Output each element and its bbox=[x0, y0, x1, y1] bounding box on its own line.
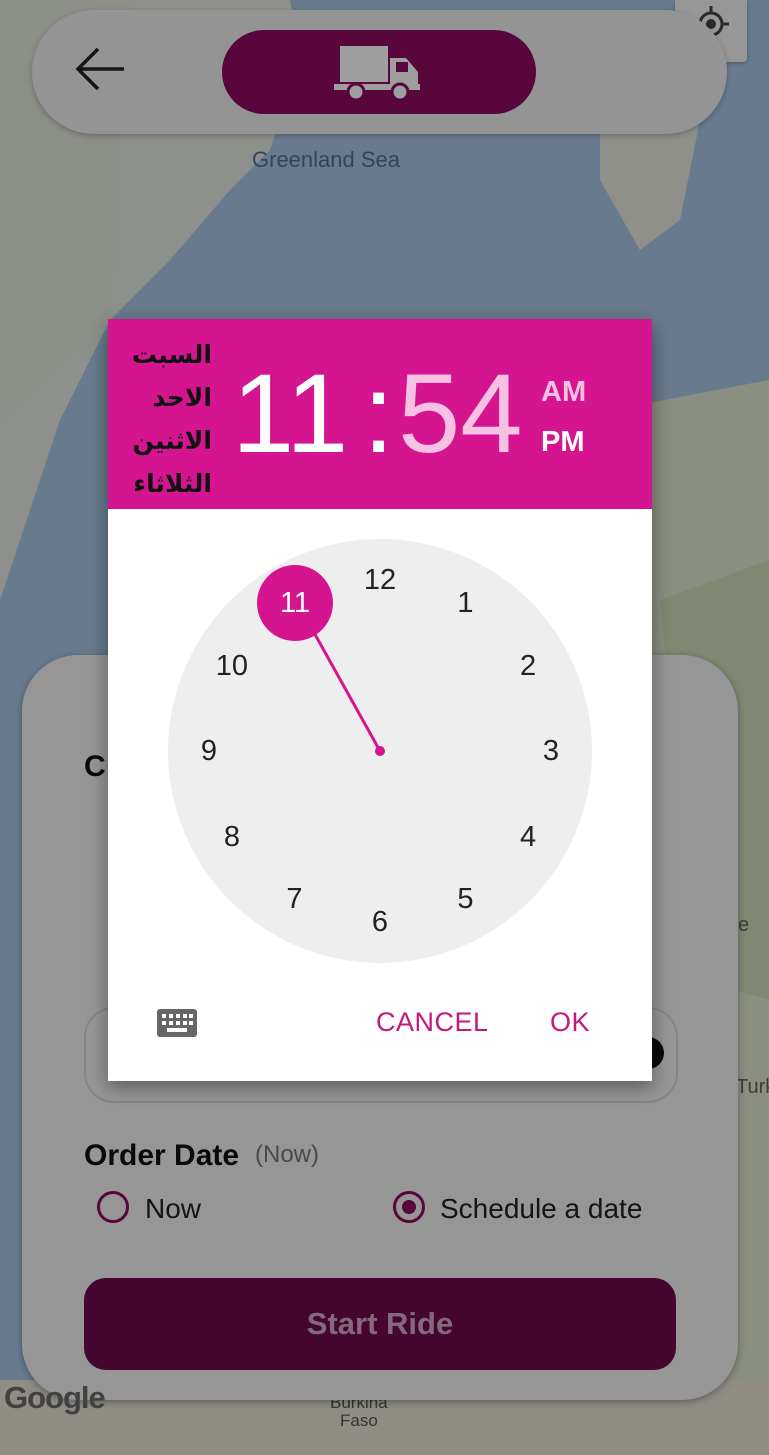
am-toggle[interactable]: AM bbox=[541, 376, 586, 409]
selected-hour-marker[interactable]: 11 bbox=[257, 565, 333, 641]
clock-face[interactable]: 12 1 2 3 4 5 6 7 8 9 10 bbox=[168, 539, 592, 963]
keyboard-icon bbox=[157, 1009, 197, 1037]
clock-number-8[interactable]: 8 bbox=[207, 817, 257, 857]
ok-button[interactable]: OK bbox=[550, 1007, 590, 1038]
clock-number-5[interactable]: 5 bbox=[441, 879, 491, 919]
clock-number-4[interactable]: 4 bbox=[503, 817, 553, 857]
day-item: الثلاثاء bbox=[133, 469, 212, 498]
clock-number-9[interactable]: 9 bbox=[184, 731, 234, 771]
time-picker-dialog: السبت الاحد الاثنين الثلاثاء 11 : 54 AM … bbox=[108, 319, 652, 1081]
day-item: السبت bbox=[131, 340, 212, 369]
day-list: السبت الاحد الاثنين الثلاثاء bbox=[116, 333, 212, 505]
pm-toggle[interactable]: PM bbox=[541, 426, 585, 459]
minute-display[interactable]: 54 bbox=[398, 349, 523, 479]
day-item: الاثنين bbox=[132, 426, 212, 455]
cancel-button[interactable]: CANCEL bbox=[376, 1007, 489, 1038]
time-picker-header: السبت الاحد الاثنين الثلاثاء 11 : 54 AM … bbox=[108, 319, 652, 509]
hour-display[interactable]: 11 bbox=[232, 349, 348, 479]
clock-number-3[interactable]: 3 bbox=[526, 731, 576, 771]
clock-number-6[interactable]: 6 bbox=[355, 902, 405, 942]
clock-number-2[interactable]: 2 bbox=[503, 646, 553, 686]
clock-number-10[interactable]: 10 bbox=[207, 646, 257, 686]
clock-number-12[interactable]: 12 bbox=[355, 560, 405, 600]
time-separator: : bbox=[363, 351, 395, 476]
clock-number-1[interactable]: 1 bbox=[441, 583, 491, 623]
keyboard-button[interactable] bbox=[157, 1009, 197, 1037]
day-item: الاحد bbox=[152, 383, 212, 412]
clock-number-7[interactable]: 7 bbox=[270, 879, 320, 919]
